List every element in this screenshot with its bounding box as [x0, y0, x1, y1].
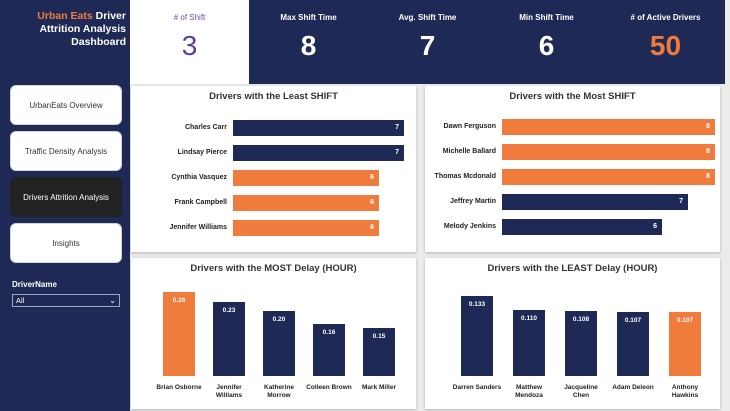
bar-value-label: 0.107 [676, 317, 694, 324]
bar-value-label: 0.107 [624, 317, 642, 324]
kpi-value: 7 [419, 30, 436, 61]
kpi-label: Avg. Shift Time [398, 13, 457, 22]
bar-value-label: 6 [370, 224, 374, 231]
bar-value-label: 0.16 [322, 329, 336, 336]
bar-value-label: 7 [679, 198, 683, 205]
chart-title: Drivers with the Least SHIFT [209, 91, 338, 102]
bar-label: Melody Jenkins [443, 223, 496, 230]
bar-value-label: 0.20 [272, 316, 286, 323]
kpi-card-active-drivers: # of Active Drivers 50 [606, 0, 725, 84]
slicer-label: DriverName [12, 280, 57, 289]
bar-value-label: 0.26 [172, 297, 186, 304]
nav-drivers-attrition-button[interactable]: Drivers Attrition Analysis [10, 177, 122, 217]
bar-value-label: 8 [706, 123, 710, 130]
dashboard-title: Urban Eats Driver Attrition Analysis Das… [6, 10, 126, 49]
bar-category-label: Matthew Mendoza [515, 384, 543, 399]
bar-value-label: 8 [706, 148, 710, 155]
bar-value-label: 0.110 [521, 315, 537, 322]
bar-value-label: 7 [395, 124, 399, 131]
nav-traffic-density-button[interactable]: Traffic Density Analysis [10, 131, 122, 171]
bar-value-label: 8 [706, 173, 710, 180]
kpi-value: 50 [649, 30, 682, 61]
bar-value-label: 6 [653, 223, 657, 230]
bar-value-label: 0.133 [468, 301, 486, 308]
kpi-value: 6 [538, 30, 555, 61]
bar-label: Lindsay Pierce [177, 149, 227, 156]
kpi-card-shift-count: # of Shift 3 [130, 0, 249, 84]
bar-label: Frank Campbell [174, 199, 227, 206]
kpi-label: Min Shift Time [519, 13, 574, 22]
kpi-card-avg-shift: Avg. Shift Time 7 [368, 0, 487, 84]
kpi-card-max-shift: Max Shift Time 8 [249, 0, 368, 84]
bar-darren-sanders[interactable] [461, 296, 493, 376]
kpi-value: 3 [181, 30, 198, 61]
bar-category-label: Brian Osborne [156, 384, 202, 391]
bar-label: Charles Carr [184, 124, 227, 131]
kpi-value: 8 [300, 30, 317, 61]
bar-label: Jennifer Williams [169, 224, 227, 231]
bar-category-label: Colleen Brown [306, 384, 352, 391]
bar-value-label: 6 [370, 174, 374, 181]
kpi-label: # of Shift [173, 13, 206, 22]
bar-category-label: Mark Miller [362, 384, 396, 391]
chart-title: Drivers with the MOST Delay (HOUR) [190, 263, 357, 274]
bar-value-label: 7 [395, 149, 399, 156]
bar-value-label: 6 [370, 199, 374, 206]
bar-category-label: Anthony Hawkins [671, 384, 699, 399]
driver-name-dropdown[interactable]: All ⌄ [12, 294, 120, 307]
kpi-label: Max Shift Time [280, 13, 337, 22]
bar-value-label: 0.15 [372, 333, 386, 340]
bar-category-label: Katherine Morrow [264, 384, 294, 399]
title-brand: Urban Eats [37, 10, 93, 22]
nav-insights-button[interactable]: Insights [10, 223, 122, 263]
chart-least-delay: Drivers with the LEAST Delay (HOUR) 0.13… [425, 258, 720, 409]
kpi-card-min-shift: Min Shift Time 6 [487, 0, 606, 84]
bar-category-label: Adam Deleon [612, 384, 654, 391]
chart-title: Drivers with the LEAST Delay (HOUR) [487, 263, 658, 274]
bar-label: Jeffrey Martin [450, 198, 496, 205]
chart-most-delay: Drivers with the MOST Delay (HOUR) 0.26 B… [131, 258, 416, 409]
bar-label: Cynthia Vasquez [171, 174, 227, 181]
kpi-label: # of Active Drivers [630, 13, 701, 22]
bar-brian-osborne[interactable] [163, 292, 195, 376]
chevron-down-icon: ⌄ [109, 296, 116, 305]
chart-title: Drivers with the Most SHIFT [509, 91, 636, 102]
bar-value-label: 0.23 [222, 307, 236, 314]
bar-category-label: Jennifer Williams [215, 384, 243, 399]
nav-overview-button[interactable]: UrbanEats Overview [10, 85, 122, 125]
bar-value-label: 0.108 [572, 316, 590, 323]
sidebar: Urban Eats Driver Attrition Analysis Das… [0, 0, 130, 411]
chart-most-shift: Drivers with the Most SHIFT Dawn Ferguso… [425, 86, 720, 252]
dropdown-value: All [16, 296, 25, 305]
bar-label: Thomas Mcdonald [434, 173, 496, 180]
bar-category-label: Jacqueline Chen [564, 384, 598, 399]
bar-label: Michelle Ballard [442, 148, 496, 155]
bar-label: Dawn Ferguson [443, 123, 496, 130]
kpi-bar: # of Shift 3 Max Shift Time 8 Avg. Shift… [130, 0, 725, 84]
bar-category-label: Darren Sanders [452, 384, 502, 391]
chart-least-shift: Drivers with the Least SHIFT Charles Car… [131, 86, 416, 252]
